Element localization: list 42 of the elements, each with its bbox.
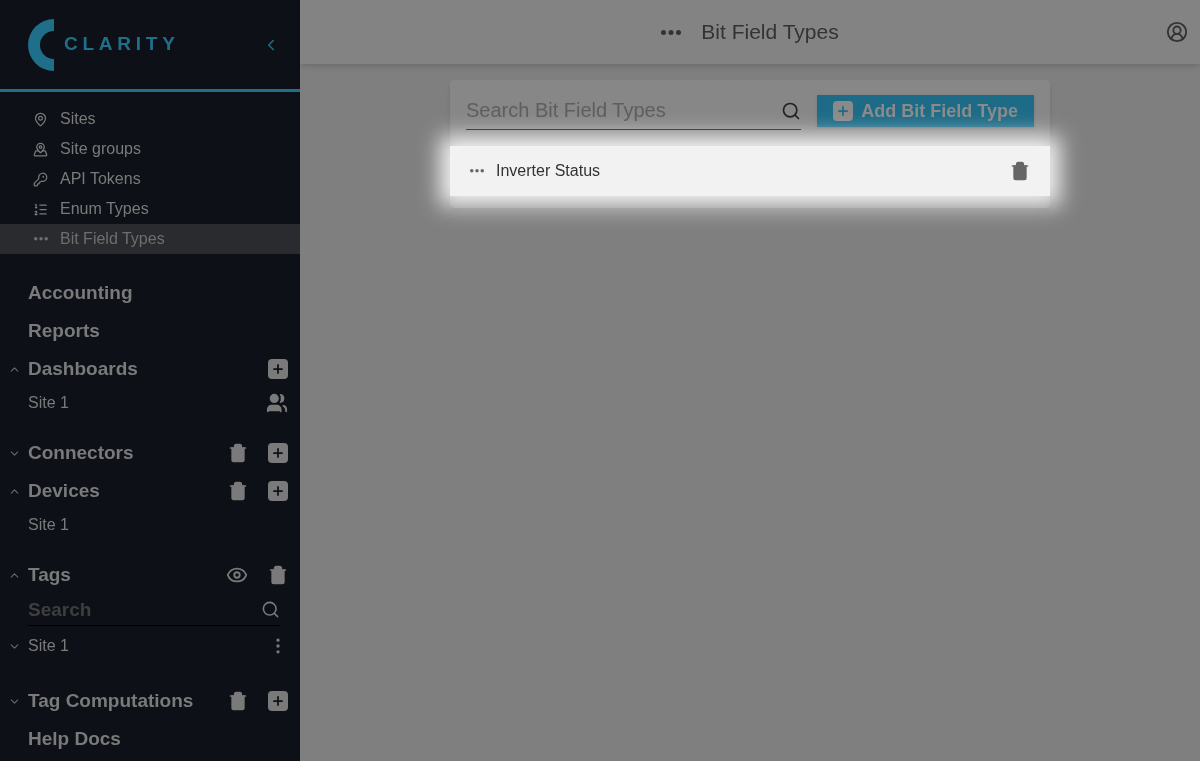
tree-item[interactable]: Site 1	[28, 634, 261, 658]
add-icon[interactable]	[268, 481, 288, 501]
section-title[interactable]: Dashboards	[28, 354, 261, 384]
logo-icon	[28, 18, 56, 71]
tree-item[interactable]: Site 1	[28, 391, 266, 415]
account-icon[interactable]	[1166, 21, 1188, 43]
page-title: Bit Field Types	[701, 19, 839, 46]
section-title[interactable]: Accounting	[28, 278, 133, 308]
nav-item[interactable]: Sites	[0, 104, 300, 134]
dots-icon	[470, 169, 484, 173]
trash-icon[interactable]	[268, 565, 288, 585]
key-icon	[33, 171, 48, 187]
section-title[interactable]: Tags	[28, 560, 219, 590]
section-title[interactable]: Help Docs	[28, 724, 121, 754]
people-icon[interactable]	[266, 392, 288, 414]
section-title[interactable]: Connectors	[28, 438, 221, 468]
dots-icon	[661, 29, 682, 35]
section-title[interactable]: Reports	[28, 316, 100, 346]
trash-icon[interactable]	[228, 481, 248, 501]
list-icon	[33, 201, 48, 217]
section-title[interactable]: Tag Computations	[28, 686, 221, 716]
row-label: Inverter Status	[496, 161, 602, 181]
nav-item[interactable]: Enum Types	[0, 194, 300, 224]
brand-name: CLARITY	[64, 32, 180, 57]
trash-icon[interactable]	[228, 443, 248, 463]
add-icon[interactable]	[268, 691, 288, 711]
pin-icon	[33, 111, 48, 127]
trash-icon[interactable]	[1010, 161, 1030, 181]
nav-item[interactable]: Site groups	[0, 134, 300, 164]
search-icon[interactable]	[781, 101, 802, 121]
pin-icon	[33, 141, 48, 157]
trash-icon[interactable]	[228, 691, 248, 711]
nav-item[interactable]: API Tokens	[0, 164, 300, 194]
dots-icon	[33, 237, 48, 241]
search-icon[interactable]	[261, 600, 280, 619]
add-icon[interactable]	[268, 359, 288, 379]
nav-item[interactable]: Bit Field Types	[0, 224, 300, 254]
add-icon[interactable]	[268, 443, 288, 463]
add-icon	[833, 101, 854, 121]
tree-item[interactable]: Site 1	[28, 513, 288, 537]
list-row[interactable]: Inverter Status	[450, 146, 1050, 196]
section-title[interactable]: Devices	[28, 476, 221, 506]
